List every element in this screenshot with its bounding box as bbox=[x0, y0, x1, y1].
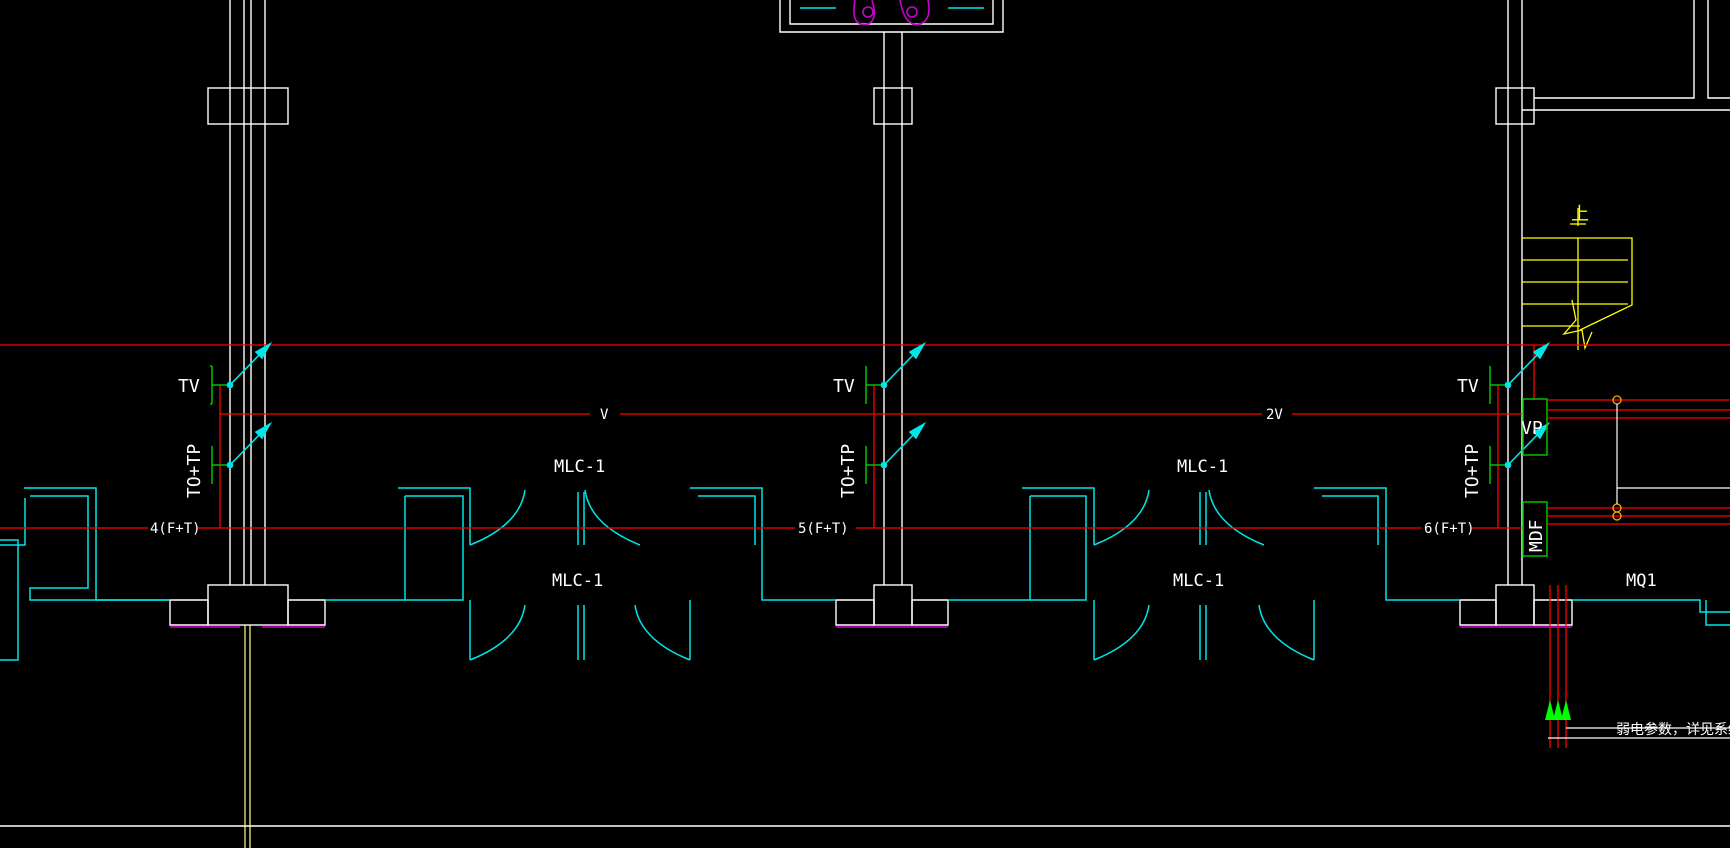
door-label-lower-right: MLC-1 bbox=[1173, 571, 1224, 591]
tv-label-right: TV bbox=[1457, 376, 1479, 397]
branch-label-3: 6(F+T) bbox=[1424, 521, 1475, 537]
stair-up-label: 上 bbox=[1571, 204, 1589, 225]
to-tp-label-right: TO+TP bbox=[1462, 444, 1483, 498]
window-label: MQ1 bbox=[1626, 571, 1657, 591]
vp-label: VP bbox=[1521, 418, 1543, 439]
mdf-label: MDF bbox=[1526, 519, 1547, 552]
tv-label-left: TV bbox=[178, 376, 200, 397]
to-tp-label-middle: TO+TP bbox=[838, 444, 859, 498]
cable-v-label: V bbox=[600, 407, 609, 423]
door-label-upper-left: MLC-1 bbox=[554, 457, 605, 477]
cable-2v-label: 2V bbox=[1266, 407, 1283, 423]
door-label-lower-left: MLC-1 bbox=[552, 571, 603, 591]
tv-label-middle: TV bbox=[833, 376, 855, 397]
to-tp-label-left: TO+TP bbox=[184, 444, 205, 498]
system-note: 弱电参数，详见系统 bbox=[1616, 721, 1730, 738]
cad-drawing-canvas[interactable]: 上 TV TV TV TO+TP TO+TP TO+TP VP MDF V 2V… bbox=[0, 0, 1730, 848]
drawing-background bbox=[0, 0, 1730, 848]
door-label-upper-right: MLC-1 bbox=[1177, 457, 1228, 477]
branch-label-2: 5(F+T) bbox=[798, 521, 849, 537]
branch-label-1: 4(F+T) bbox=[150, 521, 201, 537]
